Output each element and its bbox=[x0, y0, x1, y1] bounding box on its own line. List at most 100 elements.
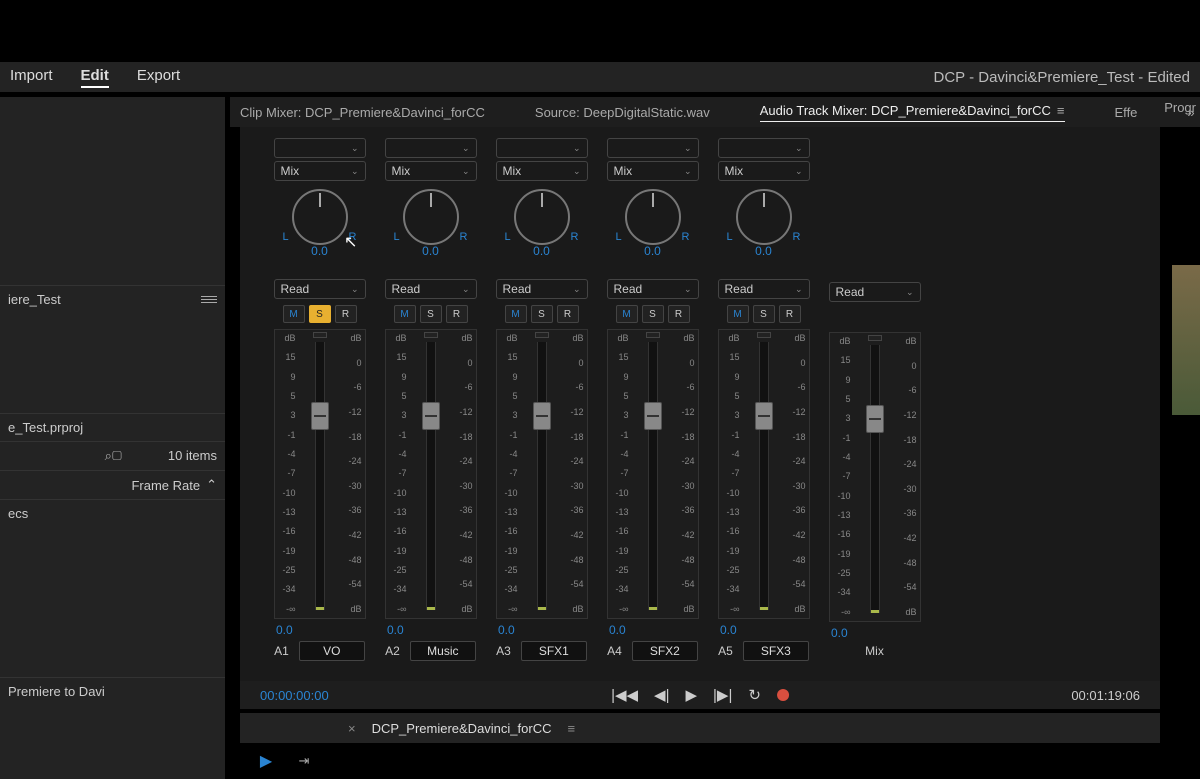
pan-value[interactable]: 0.0 bbox=[311, 244, 328, 258]
record-arm-button[interactable]: R bbox=[335, 305, 357, 323]
volume-value[interactable]: 0.0 bbox=[498, 623, 515, 637]
automation-mode-dropdown[interactable]: Read⌄ bbox=[274, 279, 366, 299]
automation-mode-dropdown[interactable]: Read⌄ bbox=[829, 282, 921, 302]
tab-effects[interactable]: Effe bbox=[1115, 105, 1138, 120]
sort-icon[interactable]: ⌃ bbox=[206, 477, 217, 493]
pan-value[interactable]: 0.0 bbox=[644, 244, 661, 258]
fader-handle[interactable] bbox=[866, 405, 884, 433]
record-icon[interactable] bbox=[777, 689, 789, 701]
track-name-input[interactable]: SFX3 bbox=[743, 641, 809, 661]
pan-value[interactable]: 0.0 bbox=[422, 244, 439, 258]
automation-mode-dropdown[interactable]: Read⌄ bbox=[385, 279, 477, 299]
play-icon[interactable]: ▶ bbox=[685, 686, 697, 704]
record-arm-button[interactable]: R bbox=[779, 305, 801, 323]
effects-slot-dropdown[interactable]: ⌄ bbox=[385, 138, 477, 158]
close-sequence-icon[interactable]: × bbox=[348, 721, 356, 736]
sequence-name[interactable]: DCP_Premiere&Davinci_forCC bbox=[372, 721, 552, 736]
solo-button[interactable]: S bbox=[531, 305, 553, 323]
volume-value[interactable]: 0.0 bbox=[609, 623, 626, 637]
clip-indicator[interactable] bbox=[757, 332, 771, 338]
volume-value[interactable]: 0.0 bbox=[831, 626, 848, 640]
pan-knob[interactable] bbox=[514, 189, 570, 245]
sequence-menu-icon[interactable]: ≡ bbox=[567, 721, 575, 736]
panel-menu-icon[interactable]: ≡ bbox=[1057, 103, 1065, 118]
menu-export[interactable]: Export bbox=[137, 67, 180, 88]
pan-value[interactable]: 0.0 bbox=[533, 244, 550, 258]
solo-button[interactable]: S bbox=[642, 305, 664, 323]
clip-indicator[interactable] bbox=[868, 335, 882, 341]
fader-handle[interactable] bbox=[644, 402, 662, 430]
mix-channel-strip: Read⌄dB15953-1-4-7-10-13-16-19-25-34-∞dB… bbox=[823, 135, 926, 661]
step-back-icon[interactable]: ◀| bbox=[654, 686, 669, 704]
selection-tool-icon[interactable]: ▶ bbox=[256, 751, 276, 771]
fader-handle[interactable] bbox=[533, 402, 551, 430]
clip-indicator[interactable] bbox=[535, 332, 549, 338]
menu-edit[interactable]: Edit bbox=[81, 67, 109, 88]
pan-knob[interactable] bbox=[292, 189, 348, 245]
volume-value[interactable]: 0.0 bbox=[276, 623, 293, 637]
chevron-down-icon: ⌄ bbox=[795, 166, 803, 177]
effects-slot-dropdown[interactable]: ⌄ bbox=[274, 138, 366, 158]
bin-row[interactable]: ecs bbox=[0, 499, 225, 527]
panel-menu-icon[interactable] bbox=[201, 296, 217, 303]
fader-handle[interactable] bbox=[755, 402, 773, 430]
clip-indicator[interactable] bbox=[313, 332, 327, 338]
loop-icon[interactable]: ↻ bbox=[748, 686, 761, 704]
send-dropdown[interactable]: Mix⌄ bbox=[607, 161, 699, 181]
ripple-tool-icon[interactable]: ⇥ bbox=[294, 751, 314, 771]
send-dropdown[interactable]: Mix⌄ bbox=[274, 161, 366, 181]
volume-value[interactable]: 0.0 bbox=[720, 623, 737, 637]
tab-clip-mixer[interactable]: Clip Mixer: DCP_Premiere&Davinci_forCC bbox=[240, 105, 485, 120]
track-label: A2Music bbox=[385, 641, 476, 661]
track-name-input[interactable]: SFX1 bbox=[521, 641, 587, 661]
tab-audio-track-mixer[interactable]: Audio Track Mixer: DCP_Premiere&Davinci_… bbox=[760, 103, 1065, 122]
search-folder-icon[interactable]: ⌕▢ bbox=[105, 448, 122, 464]
mute-button[interactable]: M bbox=[727, 305, 749, 323]
pan-knob[interactable] bbox=[625, 189, 681, 245]
record-arm-button[interactable]: R bbox=[446, 305, 468, 323]
track-name-input[interactable]: VO bbox=[299, 641, 365, 661]
solo-button[interactable]: S bbox=[753, 305, 775, 323]
send-dropdown[interactable]: Mix⌄ bbox=[718, 161, 810, 181]
automation-mode-dropdown[interactable]: Read⌄ bbox=[607, 279, 699, 299]
mute-button[interactable]: M bbox=[283, 305, 305, 323]
track-name-input[interactable]: SFX2 bbox=[632, 641, 698, 661]
solo-button[interactable]: S bbox=[309, 305, 331, 323]
tab-program[interactable]: Progr bbox=[1164, 100, 1196, 115]
menu-import[interactable]: Import bbox=[10, 67, 53, 88]
clip-indicator[interactable] bbox=[646, 332, 660, 338]
pan-knob[interactable] bbox=[736, 189, 792, 245]
pan-knob[interactable] bbox=[403, 189, 459, 245]
record-arm-button[interactable]: R bbox=[668, 305, 690, 323]
automation-mode-dropdown[interactable]: Read⌄ bbox=[718, 279, 810, 299]
bin-row[interactable]: Premiere to Davi bbox=[0, 677, 225, 705]
send-dropdown[interactable]: Mix⌄ bbox=[496, 161, 588, 181]
automation-mode-dropdown[interactable]: Read⌄ bbox=[496, 279, 588, 299]
clip-indicator[interactable] bbox=[424, 332, 438, 338]
program-monitor-preview bbox=[1172, 265, 1200, 415]
effects-slot-dropdown[interactable]: ⌄ bbox=[718, 138, 810, 158]
effects-slot-dropdown[interactable]: ⌄ bbox=[607, 138, 699, 158]
record-arm-button[interactable]: R bbox=[557, 305, 579, 323]
chevron-down-icon: ⌄ bbox=[684, 284, 692, 295]
chevron-down-icon: ⌄ bbox=[351, 143, 359, 154]
mute-button[interactable]: M bbox=[616, 305, 638, 323]
channel-strip: ⌄Mix⌄LR0.0Read⌄MSRdB15953-1-4-7-10-13-16… bbox=[490, 135, 593, 661]
effects-slot-dropdown[interactable]: ⌄ bbox=[496, 138, 588, 158]
track-name-input[interactable]: Music bbox=[410, 641, 476, 661]
step-forward-icon[interactable]: |▶| bbox=[713, 686, 732, 704]
fader-handle[interactable] bbox=[311, 402, 329, 430]
tab-source[interactable]: Source: DeepDigitalStatic.wav bbox=[535, 105, 710, 120]
channel-strip: ⌄Mix⌄LR0.0Read⌄MSRdB15953-1-4-7-10-13-16… bbox=[268, 135, 371, 661]
column-header-framerate[interactable]: Frame Rate⌃ bbox=[0, 470, 225, 499]
solo-button[interactable]: S bbox=[420, 305, 442, 323]
volume-value[interactable]: 0.0 bbox=[387, 623, 404, 637]
send-dropdown[interactable]: Mix⌄ bbox=[385, 161, 477, 181]
mute-button[interactable]: M bbox=[505, 305, 527, 323]
pan-value[interactable]: 0.0 bbox=[755, 244, 772, 258]
mute-button[interactable]: M bbox=[394, 305, 416, 323]
fader-handle[interactable] bbox=[422, 402, 440, 430]
timecode-in[interactable]: 00:00:00:00 bbox=[260, 688, 329, 703]
fader-scale: dB0-6-12-18-24-30-36-42-48-54dB bbox=[788, 334, 806, 614]
go-to-in-icon[interactable]: |◀◀ bbox=[611, 686, 638, 704]
